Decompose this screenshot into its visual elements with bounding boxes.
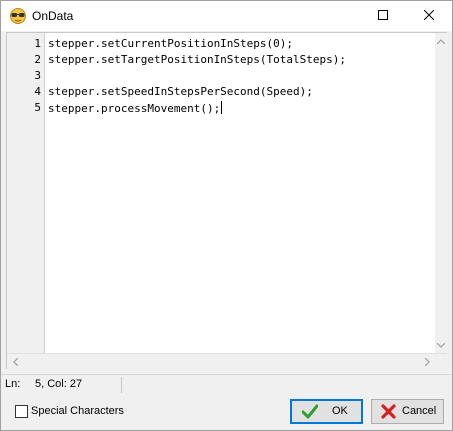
scroll-down-arrow-icon[interactable] — [435, 339, 447, 351]
code-line[interactable]: stepper.setCurrentPositionInSteps(0); — [48, 37, 293, 50]
maximize-icon — [378, 9, 388, 23]
ok-button[interactable]: OK — [290, 399, 363, 424]
cancel-label: Cancel — [402, 405, 437, 417]
line-number: 4 — [34, 85, 41, 98]
status-bar: Ln: 5, Col: 27 — [1, 374, 452, 394]
dialog-window: OnData 1 2 3 4 5 stepper.setCurrentPosit… — [0, 0, 453, 431]
maximize-button[interactable] — [360, 1, 406, 31]
code-line-current[interactable]: stepper.processMovement(); — [48, 101, 223, 115]
scroll-left-arrow-icon[interactable] — [9, 356, 21, 368]
code-line-text: stepper.processMovement(); — [48, 102, 221, 115]
close-button[interactable] — [406, 1, 452, 31]
line-number-gutter: 1 2 3 4 5 — [7, 33, 45, 353]
scroll-up-arrow-icon[interactable] — [435, 35, 447, 47]
title-bar[interactable]: OnData — [1, 1, 452, 31]
checkmark-icon — [301, 404, 319, 419]
line-number: 5 — [34, 101, 41, 114]
code-text-area[interactable]: stepper.setCurrentPositionInSteps(0); st… — [45, 33, 435, 353]
special-characters-checkbox[interactable] — [15, 405, 28, 418]
cursor-position: 5, Col: 27 — [35, 378, 83, 390]
ok-label: OK — [332, 405, 348, 417]
horizontal-scrollbar[interactable] — [7, 353, 447, 369]
glasses-face-icon — [9, 8, 27, 24]
line-number: 1 — [34, 37, 41, 50]
line-number: 3 — [34, 69, 41, 82]
status-divider — [121, 377, 122, 393]
red-x-icon — [381, 404, 396, 419]
special-characters-label[interactable]: Special Characters — [31, 405, 124, 417]
cancel-button[interactable]: Cancel — [371, 399, 444, 424]
code-editor[interactable]: 1 2 3 4 5 stepper.setCurrentPositionInSt… — [6, 32, 447, 369]
line-label: Ln: — [5, 378, 21, 390]
line-number: 2 — [34, 53, 41, 66]
close-icon — [423, 9, 435, 23]
vertical-scrollbar[interactable] — [435, 33, 447, 353]
scroll-right-arrow-icon[interactable] — [421, 356, 433, 368]
code-line[interactable]: stepper.setSpeedInStepsPerSecond(Speed); — [48, 85, 313, 98]
text-caret — [221, 101, 223, 114]
code-line[interactable]: stepper.setTargetPositionInSteps(TotalSt… — [48, 53, 346, 66]
window-title: OnData — [32, 9, 74, 23]
